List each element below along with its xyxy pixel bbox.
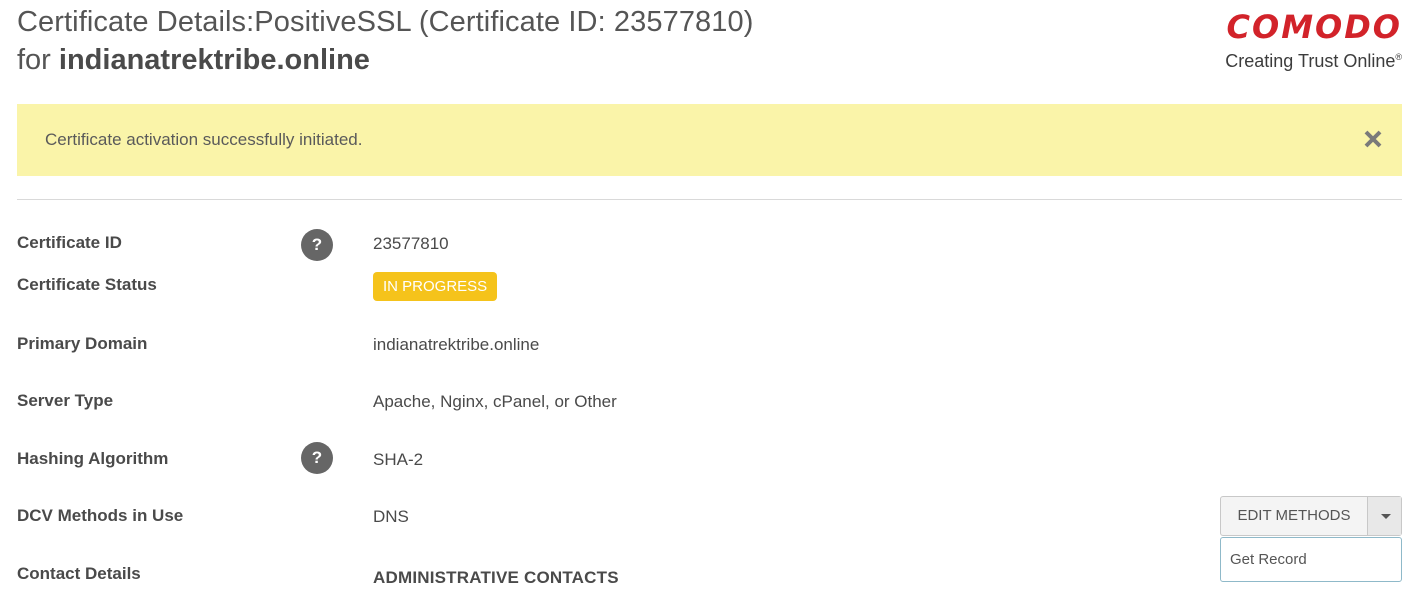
- page-title-line2: for indianatrektribe.online: [17, 40, 754, 80]
- hashing-algorithm-label: Hashing Algorithm: [17, 449, 169, 468]
- edit-methods-dropdown-menu: Get Record: [1220, 537, 1402, 582]
- status-badge: IN PROGRESS: [373, 272, 498, 301]
- comodo-logo: COMODO Creating Trust Online®: [1225, 10, 1402, 72]
- primary-domain-value: indianatrektribe.online: [373, 335, 540, 354]
- server-type-label: Server Type: [17, 391, 114, 410]
- page-title: Certificate Details:PositiveSSL (Certifi…: [17, 4, 754, 80]
- edit-methods-split-button: EDIT METHODS: [1220, 496, 1402, 536]
- caret-down-icon: [1381, 514, 1391, 519]
- page-title-for: for: [17, 44, 51, 76]
- page-title-domain: indianatrektribe.online: [58, 44, 370, 76]
- primary-domain-label: Primary Domain: [17, 334, 148, 353]
- certificate-details-page: Certificate Details:PositiveSSL (Certifi…: [0, 0, 1414, 595]
- help-icon[interactable]: ?: [301, 229, 333, 261]
- close-icon[interactable]: [1362, 126, 1384, 152]
- alert-message: Certificate activation successfully init…: [45, 130, 363, 149]
- dropdown-item-get-record[interactable]: Get Record: [1230, 551, 1307, 568]
- success-alert: Certificate activation successfully init…: [17, 104, 1402, 176]
- administrative-contacts-heading: ADMINISTRATIVE CONTACTS: [373, 568, 619, 587]
- page-title-line1: Certificate Details:PositiveSSL (Certifi…: [17, 6, 754, 38]
- dcv-methods-label: DCV Methods in Use: [17, 506, 184, 525]
- edit-methods-button[interactable]: EDIT METHODS: [1221, 497, 1368, 535]
- certificate-status-label: Certificate Status: [17, 275, 157, 294]
- certificate-id-value: 23577810: [373, 234, 449, 253]
- hashing-algorithm-value: SHA-2: [373, 450, 424, 469]
- logo-wordmark: COMODO: [1226, 8, 1402, 46]
- help-icon[interactable]: ?: [301, 442, 333, 474]
- edit-methods-dropdown-toggle[interactable]: [1368, 497, 1401, 535]
- certificate-id-label: Certificate ID: [17, 233, 122, 252]
- section-divider: [17, 199, 1402, 200]
- dcv-methods-value: DNS: [373, 507, 409, 526]
- logo-tagline: Creating Trust Online®: [1225, 51, 1402, 71]
- server-type-value: Apache, Nginx, cPanel, or Other: [373, 392, 617, 411]
- contact-details-label: Contact Details: [17, 564, 141, 583]
